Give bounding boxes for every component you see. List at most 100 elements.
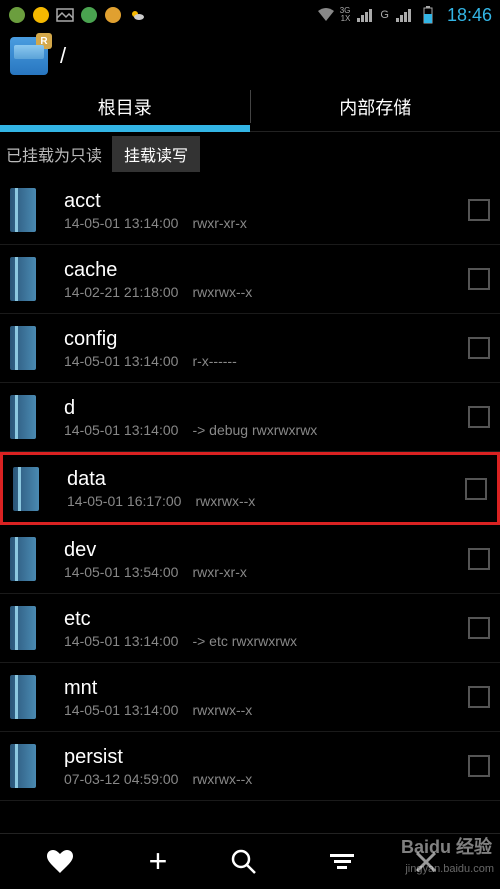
- folder-icon: [7, 463, 51, 515]
- file-date: 14-05-01 16:17:00: [67, 493, 181, 509]
- file-name: data: [67, 468, 465, 491]
- file-row[interactable]: config 14-05-01 13:14:00 r-x------: [0, 314, 500, 383]
- file-name: config: [64, 328, 468, 351]
- close-button[interactable]: [414, 850, 454, 874]
- app-notif-icon-4: [104, 6, 122, 24]
- file-checkbox[interactable]: [468, 686, 490, 708]
- file-info: dev 14-05-01 13:54:00rwxr-xr-x: [64, 539, 468, 580]
- folder-icon: [4, 671, 48, 723]
- file-row[interactable]: acct 14-05-01 13:14:00 rwxr-xr-x: [0, 176, 500, 245]
- search-button[interactable]: [230, 848, 270, 876]
- file-row[interactable]: persist07-03-12 04:59:00rwxrwx--x: [0, 732, 500, 801]
- folder-icon: [4, 184, 48, 236]
- file-info: etc 14-05-01 13:14:00 -> etc rwxrwxrwx: [64, 608, 468, 649]
- bottom-toolbar: +: [0, 833, 500, 889]
- file-meta: 14-05-01 13:14:00 rwxr-xr-x: [64, 215, 468, 231]
- mount-rw-button[interactable]: 挂载读写: [112, 136, 200, 172]
- file-info: mnt 14-05-01 13:14:00 rwxrwx--x: [64, 677, 468, 718]
- file-row[interactable]: d 14-05-01 13:14:00 -> debug rwxrwxrwx: [0, 383, 500, 452]
- file-date: 14-05-01 13:14:00: [64, 633, 178, 649]
- file-info: config 14-05-01 13:14:00 r-x------: [64, 328, 468, 369]
- app-notif-icon-3: [80, 6, 98, 24]
- file-checkbox[interactable]: [468, 268, 490, 290]
- file-name: acct: [64, 190, 468, 213]
- file-info: d 14-05-01 13:14:00 -> debug rwxrwxrwx: [64, 397, 468, 438]
- file-date: 14-05-01 13:14:00: [64, 353, 178, 369]
- wifi-icon: [316, 6, 334, 24]
- file-date: 14-05-01 13:14:00: [64, 215, 178, 231]
- signal-g-label: G: [380, 9, 389, 21]
- folder-icon: [4, 253, 48, 305]
- status-left-icons: [8, 6, 146, 24]
- file-name: d: [64, 397, 468, 420]
- file-row[interactable]: data 14-05-01 16:17:00 rwxrwx--x: [0, 452, 500, 525]
- file-info: acct 14-05-01 13:14:00 rwxr-xr-x: [64, 190, 468, 231]
- file-date: 14-05-01 13:14:00: [64, 702, 178, 718]
- file-permissions: -> etc rwxrwxrwx: [192, 633, 297, 649]
- file-name: etc: [64, 608, 468, 631]
- file-permissions: -> debug rwxrwxrwx: [192, 422, 317, 438]
- file-row[interactable]: dev 14-05-01 13:54:00rwxr-xr-x: [0, 525, 500, 594]
- file-meta: 14-05-01 13:14:00 r-x------: [64, 353, 468, 369]
- app-header: /: [0, 30, 500, 82]
- folder-icon: [4, 533, 48, 585]
- app-notif-icon-2: [32, 6, 50, 24]
- file-permissions: rwxrwx--x: [192, 702, 252, 718]
- file-meta: 14-02-21 21:18:00 rwxrwx--x: [64, 284, 468, 300]
- file-permissions: rwxrwx--x: [195, 493, 255, 509]
- file-date: 07-03-12 04:59:00: [64, 771, 178, 787]
- tab-root[interactable]: 根目录: [0, 82, 250, 131]
- signal-icon-1: [356, 6, 374, 24]
- app-notif-icon-1: [8, 6, 26, 24]
- folder-icon: [4, 322, 48, 374]
- tab-bar: 根目录 内部存储: [0, 82, 500, 132]
- clock: 18:46: [447, 5, 492, 26]
- file-permissions: rwxr-xr-x: [192, 215, 246, 231]
- file-checkbox[interactable]: [468, 406, 490, 428]
- sort-button[interactable]: [322, 854, 362, 869]
- file-name: dev: [64, 539, 468, 562]
- file-info: data 14-05-01 16:17:00 rwxrwx--x: [67, 468, 465, 509]
- status-bar: 3G1X G 18:46: [0, 0, 500, 30]
- signal-icon-2: [395, 6, 413, 24]
- file-meta: 14-05-01 13:54:00rwxr-xr-x: [64, 564, 468, 580]
- mount-bar: 已挂载为只读 挂载读写: [0, 132, 500, 176]
- file-permissions: rwxrwx--x: [192, 284, 252, 300]
- current-path: /: [60, 43, 66, 69]
- file-checkbox[interactable]: [465, 478, 487, 500]
- mount-status-label: 已挂载为只读: [0, 138, 108, 170]
- file-row[interactable]: cache 14-02-21 21:18:00 rwxrwx--x: [0, 245, 500, 314]
- network-type-label: 3G1X: [340, 7, 351, 23]
- file-checkbox[interactable]: [468, 548, 490, 570]
- app-icon[interactable]: [10, 37, 48, 75]
- weather-icon: [128, 6, 146, 24]
- favorites-button[interactable]: [46, 849, 86, 875]
- file-checkbox[interactable]: [468, 199, 490, 221]
- picture-icon: [56, 6, 74, 24]
- file-date: 14-05-01 13:14:00: [64, 422, 178, 438]
- file-permissions: rwxrwx--x: [192, 771, 252, 787]
- add-button[interactable]: +: [138, 843, 178, 880]
- file-row[interactable]: mnt 14-05-01 13:14:00 rwxrwx--x: [0, 663, 500, 732]
- file-date: 14-02-21 21:18:00: [64, 284, 178, 300]
- file-list: acct 14-05-01 13:14:00 rwxr-xr-x cache 14-02…: [0, 176, 500, 801]
- file-date: 14-05-01 13:54:00: [64, 564, 178, 580]
- file-info: cache 14-02-21 21:18:00 rwxrwx--x: [64, 259, 468, 300]
- folder-icon: [4, 391, 48, 443]
- file-meta: 14-05-01 16:17:00 rwxrwx--x: [67, 493, 465, 509]
- file-meta: 14-05-01 13:14:00 -> debug rwxrwxrwx: [64, 422, 468, 438]
- file-meta: 14-05-01 13:14:00 rwxrwx--x: [64, 702, 468, 718]
- tab-internal-storage[interactable]: 内部存储: [251, 82, 500, 131]
- file-name: cache: [64, 259, 468, 282]
- file-checkbox[interactable]: [468, 337, 490, 359]
- folder-icon: [4, 740, 48, 792]
- file-checkbox[interactable]: [468, 617, 490, 639]
- file-name: mnt: [64, 677, 468, 700]
- file-checkbox[interactable]: [468, 755, 490, 777]
- file-row[interactable]: etc 14-05-01 13:14:00 -> etc rwxrwxrwx: [0, 594, 500, 663]
- file-info: persist07-03-12 04:59:00rwxrwx--x: [64, 746, 468, 787]
- battery-icon: [419, 6, 437, 24]
- file-permissions: r-x------: [192, 353, 236, 369]
- status-right-icons: 3G1X G 18:46: [316, 5, 492, 26]
- folder-icon: [4, 602, 48, 654]
